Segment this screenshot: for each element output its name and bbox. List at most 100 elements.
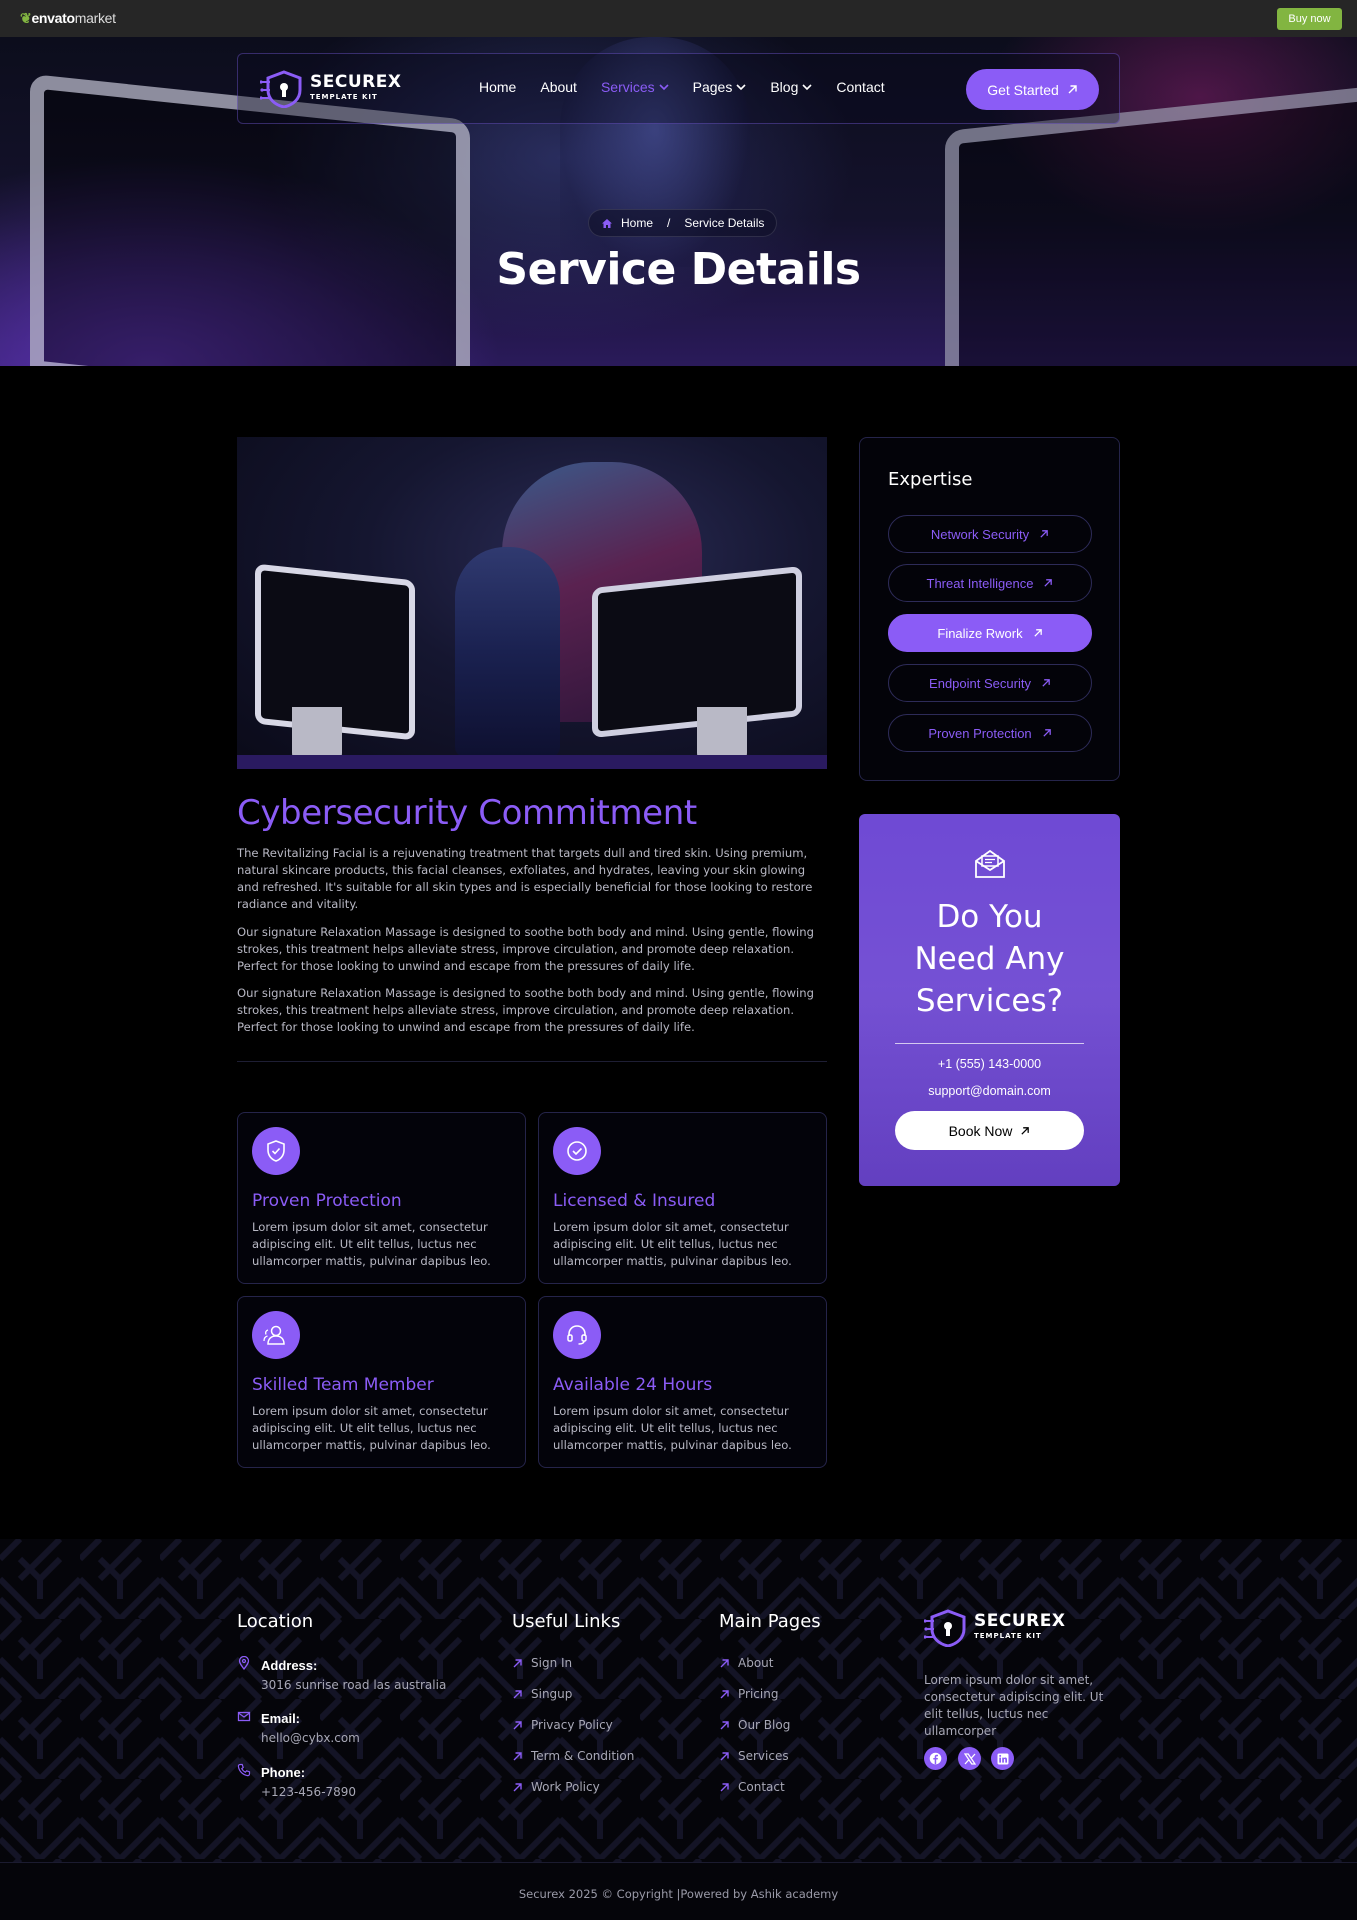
- facebook-icon[interactable]: [924, 1747, 947, 1770]
- arrow-up-right-icon: [513, 1720, 522, 1729]
- phone-value[interactable]: +123-456-7890: [261, 1785, 356, 1799]
- location-pin-icon: [238, 1656, 250, 1670]
- arrow-up-right-icon: [1068, 85, 1077, 94]
- expertise-item-threat-intelligence[interactable]: Threat Intelligence: [888, 564, 1092, 602]
- useful-link-label: Work Policy: [531, 1780, 600, 1794]
- services-cta-card: Do You Need Any Services? +1 (555) 143-0…: [859, 814, 1120, 1186]
- footer-main-pages-title: Main Pages: [719, 1611, 821, 1632]
- site-footer: Location Address: 3016 sunrise road las …: [0, 1539, 1357, 1920]
- logo-tagline: TEMPLATE KIT: [974, 1632, 1042, 1640]
- useful-link[interactable]: Privacy Policy: [512, 1718, 613, 1732]
- arrow-up-right-icon: [720, 1658, 729, 1667]
- main-pages-link[interactable]: Services: [719, 1749, 789, 1763]
- envato-bar: ❦envatomarket Buy now: [0, 0, 1357, 37]
- logo-name-main: SECURE: [974, 1611, 1052, 1631]
- nav-pages[interactable]: Pages: [693, 79, 747, 95]
- useful-link-label: Term & Condition: [531, 1749, 635, 1763]
- section-title: Cybersecurity Commitment: [237, 793, 697, 833]
- breadcrumb-separator: /: [667, 216, 671, 230]
- chevron-down-icon: [802, 84, 812, 91]
- nav-services[interactable]: Services: [601, 79, 669, 95]
- feature-card: Skilled Team Member Lorem ipsum dolor si…: [237, 1296, 526, 1468]
- service-image: [237, 437, 827, 769]
- home-icon: [602, 218, 612, 228]
- buy-now-button[interactable]: Buy now: [1277, 8, 1342, 30]
- expertise-item-network-security[interactable]: Network Security: [888, 515, 1092, 553]
- feature-description: Lorem ipsum dolor sit amet, consectetur …: [252, 1404, 491, 1452]
- nav-blog[interactable]: Blog: [770, 79, 812, 95]
- useful-link[interactable]: Singup: [512, 1687, 572, 1701]
- footer-location-title: Location: [237, 1611, 314, 1632]
- book-now-button[interactable]: Book Now: [895, 1111, 1084, 1150]
- cta-title: Do You Need Any Services?: [859, 896, 1120, 1022]
- arrow-up-right-icon: [720, 1689, 729, 1698]
- useful-link[interactable]: Sign In: [512, 1656, 572, 1670]
- page-title: Service Details: [496, 244, 861, 295]
- cta-title-line: Do You: [936, 899, 1043, 935]
- main-pages-link[interactable]: Our Blog: [719, 1718, 790, 1732]
- footer-divider: [0, 1862, 1357, 1863]
- image-person-seated: [455, 547, 560, 757]
- nav-about[interactable]: About: [540, 79, 577, 95]
- x-twitter-icon[interactable]: [958, 1747, 981, 1770]
- hero-banner: SECUREX TEMPLATE KIT Home About Services…: [0, 37, 1357, 366]
- useful-link[interactable]: Work Policy: [512, 1780, 600, 1794]
- linkedin-icon[interactable]: [991, 1747, 1014, 1770]
- expertise-item-proven-protection[interactable]: Proven Protection: [888, 714, 1092, 752]
- nav-home[interactable]: Home: [479, 79, 516, 95]
- get-started-button[interactable]: Get Started: [966, 69, 1099, 110]
- cta-email[interactable]: support@domain.com: [859, 1084, 1120, 1098]
- main-pages-link-label: About: [738, 1656, 774, 1670]
- nav-contact-label: Contact: [836, 79, 885, 95]
- feature-title: Skilled Team Member: [252, 1375, 434, 1395]
- expertise-title: Expertise: [888, 469, 973, 490]
- useful-link-label: Privacy Policy: [531, 1718, 613, 1732]
- envato-leaf-icon: ❦: [20, 10, 32, 26]
- content-divider: [237, 1061, 827, 1062]
- useful-link[interactable]: Term & Condition: [512, 1749, 634, 1763]
- feature-title: Licensed & Insured: [553, 1191, 716, 1211]
- main-pages-link-label: Contact: [738, 1780, 785, 1794]
- arrow-up-right-icon: [513, 1751, 522, 1760]
- logo-wordmark: SECUREX: [310, 72, 401, 92]
- logo-name-x: X: [1051, 1611, 1066, 1631]
- arrow-up-right-icon: [720, 1751, 729, 1760]
- content-paragraph: Our signature Relaxation Massage is desi…: [237, 925, 814, 973]
- content-paragraph: Our signature Relaxation Massage is desi…: [237, 986, 814, 1034]
- site-logo[interactable]: SECUREX TEMPLATE KIT: [259, 70, 401, 110]
- book-now-label: Book Now: [948, 1122, 1013, 1139]
- useful-link-label: Sign In: [531, 1656, 573, 1670]
- image-desk: [237, 755, 827, 769]
- arrow-up-right-icon: [513, 1658, 522, 1667]
- nav-blog-label: Blog: [770, 79, 799, 95]
- expertise-item-finalize-rwork[interactable]: Finalize Rwork: [888, 614, 1092, 652]
- get-started-label: Get Started: [987, 81, 1059, 98]
- feature-description: Lorem ipsum dolor sit amet, consectetur …: [553, 1220, 792, 1268]
- expertise-item-label: Threat Intelligence: [926, 575, 1034, 591]
- arrow-up-right-icon: [1040, 530, 1048, 538]
- main-pages-link[interactable]: About: [719, 1656, 773, 1670]
- footer-logo[interactable]: SECUREX TEMPLATE KIT: [923, 1609, 1065, 1649]
- nav-contact[interactable]: Contact: [836, 79, 884, 95]
- email-label: Email:: [261, 1711, 301, 1726]
- main-pages-link[interactable]: Pricing: [719, 1687, 778, 1701]
- main-pages-link-label: Pricing: [738, 1687, 779, 1701]
- envato-logo[interactable]: ❦envatomarket: [20, 10, 116, 27]
- breadcrumb-home[interactable]: Home: [621, 216, 653, 230]
- arrow-up-right-icon: [1043, 729, 1051, 737]
- logo-shield-icon: [259, 70, 302, 109]
- useful-link-label: Singup: [531, 1687, 573, 1701]
- address-value: 3016 sunrise road las australia: [261, 1678, 447, 1692]
- arrow-up-right-icon: [513, 1782, 522, 1791]
- expertise-item-label: Endpoint Security: [929, 675, 1031, 691]
- main-pages-link-label: Our Blog: [738, 1718, 791, 1732]
- main-pages-link[interactable]: Contact: [719, 1780, 785, 1794]
- email-value[interactable]: hello@cybx.com: [261, 1731, 360, 1745]
- expertise-item-endpoint-security[interactable]: Endpoint Security: [888, 664, 1092, 702]
- logo-name-x: X: [387, 72, 402, 92]
- nav-pages-label: Pages: [692, 79, 733, 95]
- cta-title-line: Services?: [915, 983, 1064, 1019]
- logo-wordmark: SECUREX: [974, 1611, 1065, 1631]
- headset-icon: [553, 1311, 601, 1359]
- cta-phone[interactable]: +1 (555) 143-0000: [859, 1057, 1120, 1071]
